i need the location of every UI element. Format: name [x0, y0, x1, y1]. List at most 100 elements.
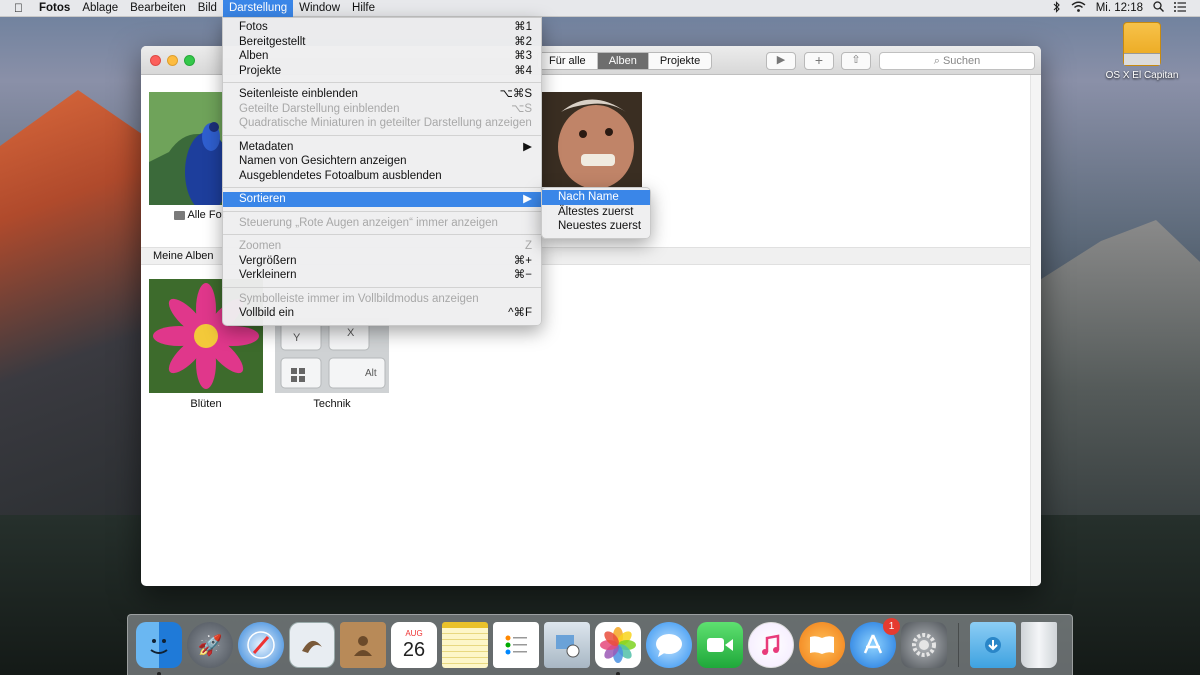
slideshow-button[interactable]: ▶ — [766, 52, 796, 70]
submenu-arrow-icon: ▶ — [523, 140, 532, 153]
trash-icon[interactable] — [1021, 622, 1057, 668]
tab-fuer-alle[interactable]: Für alle — [538, 53, 598, 69]
menu-item-alben[interactable]: Alben ⌘3 — [223, 49, 541, 64]
album-label-technik: Technik — [313, 398, 351, 410]
menu-item-bereitgestellt[interactable]: Bereitgestellt ⌘2 — [223, 35, 541, 50]
menu-item-shortcut: ⌘2 — [514, 35, 532, 48]
menu-item-seitenleiste-einblenden[interactable]: Seitenleiste einblenden ⌥⌘S — [223, 87, 541, 102]
vertical-scrollbar[interactable] — [1030, 75, 1041, 586]
bluetooth-icon[interactable] — [1053, 0, 1061, 16]
dock-separator — [958, 623, 959, 667]
menu-item-vergrößern[interactable]: Vergrößern ⌘+ — [223, 254, 541, 269]
menu-item-shortcut — [532, 116, 552, 131]
dock: 🚀 AUG 26 1 — [127, 614, 1073, 675]
menu-item-label: Vollbild ein — [239, 307, 294, 319]
menu-hilfe[interactable]: Hilfe — [346, 0, 381, 17]
album-thumbnail-faces[interactable] — [541, 92, 642, 189]
menu-item-sortieren[interactable]: Sortieren ▶ — [223, 192, 541, 207]
menu-clock[interactable]: Mi. 12:18 — [1096, 2, 1143, 14]
menu-separator — [223, 187, 541, 188]
menu-item-shortcut: ⌘− — [513, 269, 532, 281]
menu-item-label: Fotos — [239, 21, 268, 33]
menu-item-quadratische-miniaturen-in-geteilter-darstellung-anzeigen: Quadratische Miniaturen in geteilter Dar… — [223, 116, 541, 131]
notification-center-icon[interactable] — [1174, 1, 1186, 15]
menu-bild[interactable]: Bild — [192, 0, 223, 17]
calendar-icon[interactable]: AUG 26 — [391, 622, 437, 668]
menu-ablage[interactable]: Ablage — [76, 0, 124, 17]
menu-item-label: Seitenleiste einblenden — [239, 88, 358, 100]
share-button[interactable]: ⇧ — [841, 52, 871, 70]
menu-item-label: Zoomen — [239, 240, 282, 252]
menu-item-vollbild-ein[interactable]: Vollbild ein ^⌘F — [223, 306, 541, 321]
menu-item-ausgeblendetes-fotoalbum-ausblenden[interactable]: Ausgeblendetes Fotoalbum ausblenden — [223, 169, 541, 184]
submenu-item-aeltestes-zuerst[interactable]: Ältestes zuerst — [542, 205, 650, 220]
search-placeholder: Suchen — [942, 55, 981, 67]
menu-window[interactable]: Window — [293, 0, 346, 17]
menu-item-shortcut — [512, 292, 532, 307]
play-icon: ▶ — [776, 54, 786, 66]
menu-separator — [223, 134, 541, 136]
facetime-icon[interactable] — [697, 622, 743, 668]
menu-item-fotos[interactable]: Fotos ⌘1 — [223, 20, 541, 35]
submenu-item-nach-name[interactable]: Nach Name — [542, 190, 650, 205]
menu-item-shortcut: ⌥S — [511, 102, 532, 115]
itunes-icon[interactable] — [748, 622, 794, 668]
album-thumbnail-technik[interactable]: Y X Alt — [275, 318, 389, 393]
close-button[interactable] — [150, 55, 161, 66]
calendar-month: AUG — [405, 629, 423, 638]
menu-item-shortcut: Z — [524, 240, 532, 252]
add-button[interactable]: + — [804, 52, 834, 70]
menu-darstellung[interactable]: Darstellung — [222, 0, 294, 17]
desktop-drive[interactable]: OS X El Capitan — [1102, 22, 1182, 81]
notes-icon[interactable] — [442, 622, 488, 668]
menu-item-shortcut: ⌘+ — [513, 254, 532, 267]
contacts-icon[interactable] — [340, 622, 386, 668]
ibooks-icon[interactable] — [799, 622, 845, 668]
wifi-icon[interactable] — [1071, 1, 1086, 15]
menu-separator — [223, 286, 541, 288]
appstore-icon[interactable]: 1 — [850, 618, 900, 668]
finder-icon[interactable] — [136, 622, 182, 675]
preview-icon[interactable] — [544, 622, 590, 668]
submenu-item-neuestes-zuerst[interactable]: Neuestes zuerst — [542, 219, 650, 234]
submenu-item-label: Nach Name — [558, 191, 619, 203]
hard-drive-icon — [1123, 22, 1161, 66]
menu-item-namen-von-gesichtern-anzeigen[interactable]: Namen von Gesichtern anzeigen — [223, 154, 541, 169]
album-label-blueten: Blüten — [190, 398, 222, 410]
submenu-arrow-icon: ▶ — [523, 193, 532, 205]
album-label-all-photos: Alle Fot — [187, 209, 225, 221]
downloads-folder-icon[interactable] — [970, 622, 1016, 668]
menu-item-projekte[interactable]: Projekte ⌘4 — [223, 64, 541, 79]
minimize-button[interactable] — [167, 55, 178, 66]
apple-menu-icon[interactable]:  — [0, 0, 33, 17]
menu-bearbeiten[interactable]: Bearbeiten — [124, 0, 192, 17]
sortieren-submenu: Nach Name Ältestes zuerst Neuestes zuerst — [541, 187, 651, 239]
keyboard-image — [275, 318, 389, 393]
menu-item-label: Ausgeblendetes Fotoalbum ausblenden — [239, 169, 442, 182]
menu-item-shortcut — [512, 169, 532, 184]
zoom-button[interactable] — [184, 55, 195, 66]
key-label-y: Y — [293, 332, 301, 344]
tab-alben[interactable]: Alben — [597, 53, 649, 69]
messages-icon[interactable] — [646, 622, 692, 668]
menu-fotos[interactable]: Fotos — [33, 0, 76, 17]
safari-icon[interactable] — [238, 622, 284, 668]
spotlight-icon[interactable] — [1153, 1, 1164, 15]
album-thumbnail-all-photos[interactable] — [149, 92, 229, 212]
search-field[interactable]: ⌕ Suchen — [879, 52, 1035, 70]
tab-projekte[interactable]: Projekte — [649, 53, 711, 69]
menu-item-metadaten[interactable]: Metadaten ▶ — [223, 140, 541, 155]
darstellung-menu: Fotos ⌘1 Bereitgestellt ⌘2 Alben ⌘3 Projekte ⌘4… — [222, 17, 542, 326]
peacock-image — [149, 92, 229, 212]
system-preferences-icon[interactable] — [901, 622, 947, 668]
menu-item-label: Projekte — [239, 64, 282, 77]
launchpad-icon[interactable]: 🚀 — [187, 622, 233, 668]
menu-item-verkleinern[interactable]: Verkleinern ⌘− — [223, 268, 541, 283]
mail-icon[interactable] — [289, 622, 335, 668]
reminders-icon[interactable] — [493, 622, 539, 668]
search-icon: ⌕ — [933, 55, 940, 67]
menu-item-label: Sortieren — [239, 193, 286, 205]
menu-item-shortcut: ⌥⌘S — [499, 88, 532, 100]
menu-item-zoomen: Zoomen Z — [223, 239, 541, 254]
photos-icon[interactable] — [595, 622, 641, 675]
